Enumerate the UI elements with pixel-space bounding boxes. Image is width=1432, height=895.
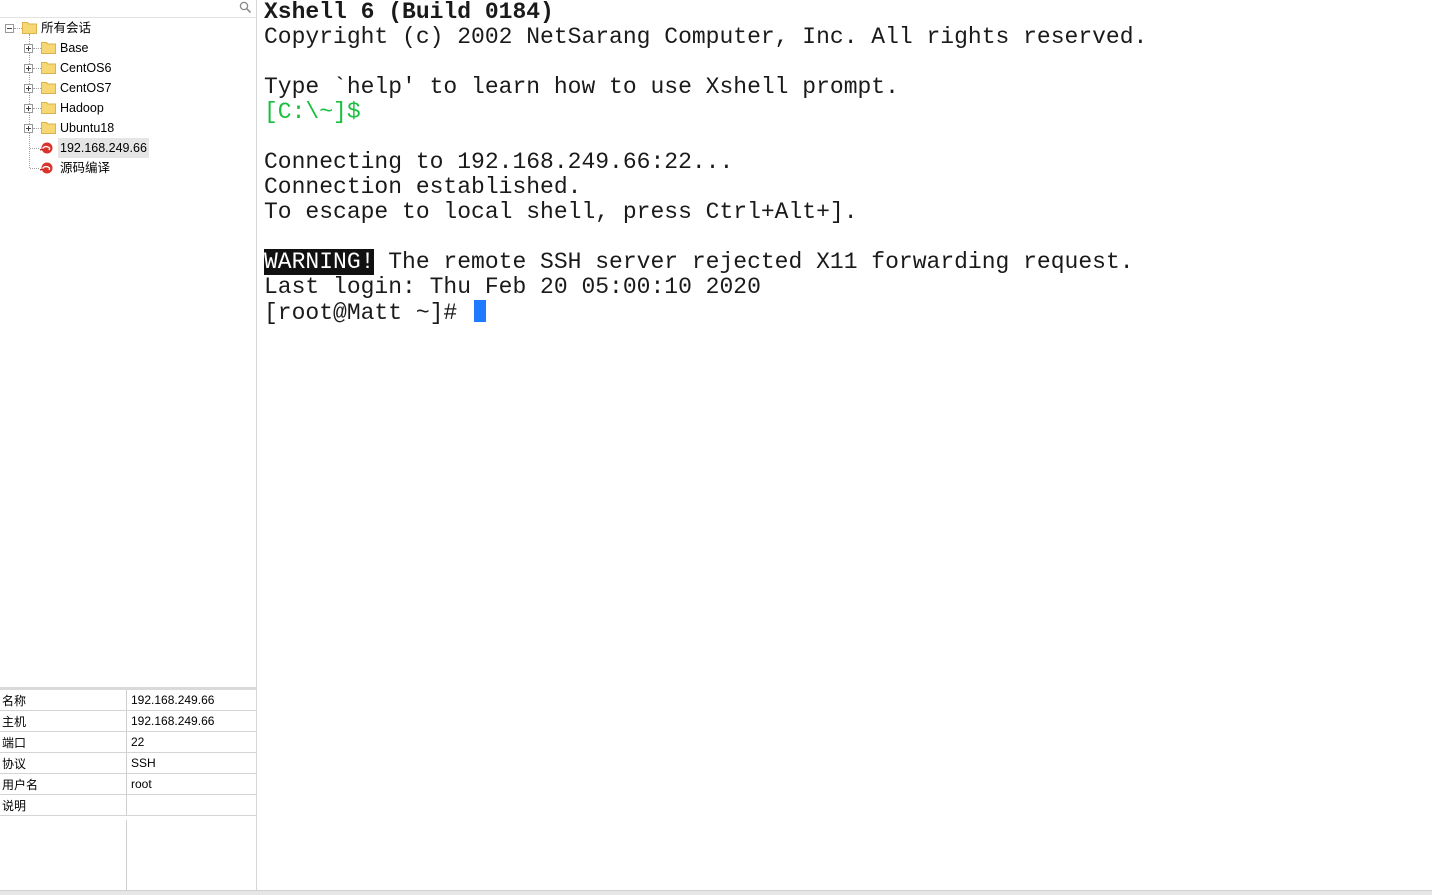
terminal-banner-title: Xshell 6 (Build 0184)	[264, 0, 554, 25]
tree-item-label: 192.168.249.66	[58, 138, 149, 158]
tree-item-centos6[interactable]: CentOS6	[0, 58, 256, 78]
tree-item-label: 源码编译	[60, 161, 111, 175]
status-strip	[0, 890, 1432, 895]
folder-icon	[41, 122, 56, 134]
property-row-protocol: 协议 SSH	[0, 752, 256, 774]
tree-item-session-source-build[interactable]: 源码编译	[0, 158, 256, 178]
property-value: 192.168.249.66	[126, 690, 256, 711]
property-value: SSH	[126, 752, 256, 774]
terminal-cursor	[474, 300, 487, 322]
terminal-escape-hint: To escape to local shell, press Ctrl+Alt…	[264, 199, 858, 225]
tree-item-centos7[interactable]: CentOS7	[0, 78, 256, 98]
terminal-copyright-line: Copyright (c) 2002 NetSarang Computer, I…	[264, 24, 1148, 50]
session-properties-table: 名称 192.168.249.66 主机 192.168.249.66 端口 2…	[0, 687, 256, 895]
tree-item-ubuntu18[interactable]: Ubuntu18	[0, 118, 256, 138]
property-row-port: 端口 22	[0, 731, 256, 753]
property-row-description: 说明	[0, 794, 256, 816]
folder-icon	[41, 42, 56, 54]
property-key: 协议	[0, 752, 127, 774]
tree-item-all-sessions[interactable]: 所有会话	[0, 18, 256, 38]
property-key: 说明	[0, 794, 127, 816]
tree-item-label: Hadoop	[60, 101, 104, 115]
property-column-divider	[126, 820, 127, 895]
property-row-username: 用户名 root	[0, 773, 256, 795]
session-search-input[interactable]	[0, 0, 244, 15]
folder-icon	[41, 62, 56, 74]
search-icon[interactable]	[239, 1, 252, 14]
property-value: 192.168.249.66	[126, 710, 256, 732]
xshell-window: 所有会话 Base CentOS6 CentOS7 Hadoop Ubuntu1…	[0, 0, 1432, 895]
property-value: 22	[126, 731, 256, 753]
tree-item-label: 所有会话	[41, 21, 92, 35]
terminal-local-prompt: [C:\~]$	[264, 99, 361, 125]
property-key: 端口	[0, 731, 127, 753]
tree-item-label: Base	[60, 41, 89, 55]
expand-icon[interactable]	[24, 44, 33, 53]
property-row-name: 名称 192.168.249.66	[0, 690, 256, 711]
session-manager-panel: 所有会话 Base CentOS6 CentOS7 Hadoop Ubuntu1…	[0, 0, 257, 895]
tree-item-label: CentOS6	[60, 61, 112, 75]
warning-tag: WARNING!	[264, 249, 375, 275]
session-icon	[39, 142, 53, 154]
expand-icon[interactable]	[24, 64, 33, 73]
folder-icon	[41, 102, 56, 114]
expand-icon[interactable]	[24, 104, 33, 113]
property-value: root	[126, 773, 256, 795]
tree-item-hadoop[interactable]: Hadoop	[0, 98, 256, 118]
tree-item-session-192-168-249-66[interactable]: 192.168.249.66	[0, 138, 256, 158]
remote-prompt: [root@Matt ~]#	[264, 300, 472, 326]
terminal-established-line: Connection established.	[264, 174, 582, 200]
terminal-output[interactable]: Xshell 6 (Build 0184) Copyright (c) 2002…	[259, 0, 1432, 890]
property-key: 名称	[0, 690, 127, 711]
tree-item-label: CentOS7	[60, 81, 112, 95]
property-key: 主机	[0, 710, 127, 732]
property-value	[126, 794, 256, 816]
session-icon	[39, 162, 53, 174]
folder-icon	[41, 82, 56, 94]
terminal-last-login-line: Last login: Thu Feb 20 05:00:10 2020	[264, 274, 761, 300]
warning-text: The remote SSH server rejected X11 forwa…	[374, 249, 1134, 275]
tree-item-base[interactable]: Base	[0, 38, 256, 58]
tree-item-label: Ubuntu18	[60, 121, 115, 135]
expand-icon[interactable]	[24, 124, 33, 133]
property-key: 用户名	[0, 773, 127, 795]
session-tree: 所有会话 Base CentOS6 CentOS7 Hadoop Ubuntu1…	[0, 18, 256, 178]
folder-icon	[22, 22, 37, 34]
expand-icon[interactable]	[24, 84, 33, 93]
property-row-host: 主机 192.168.249.66	[0, 710, 256, 732]
terminal-warning-line: WARNING! The remote SSH server rejected …	[264, 249, 1432, 275]
terminal-help-hint: Type `help' to learn how to use Xshell p…	[264, 74, 899, 100]
terminal-connecting-line: Connecting to 192.168.249.66:22...	[264, 149, 734, 175]
terminal-remote-prompt-line[interactable]: [root@Matt ~]#	[264, 300, 1432, 326]
collapse-icon[interactable]	[5, 24, 14, 33]
session-search-bar	[0, 0, 256, 18]
